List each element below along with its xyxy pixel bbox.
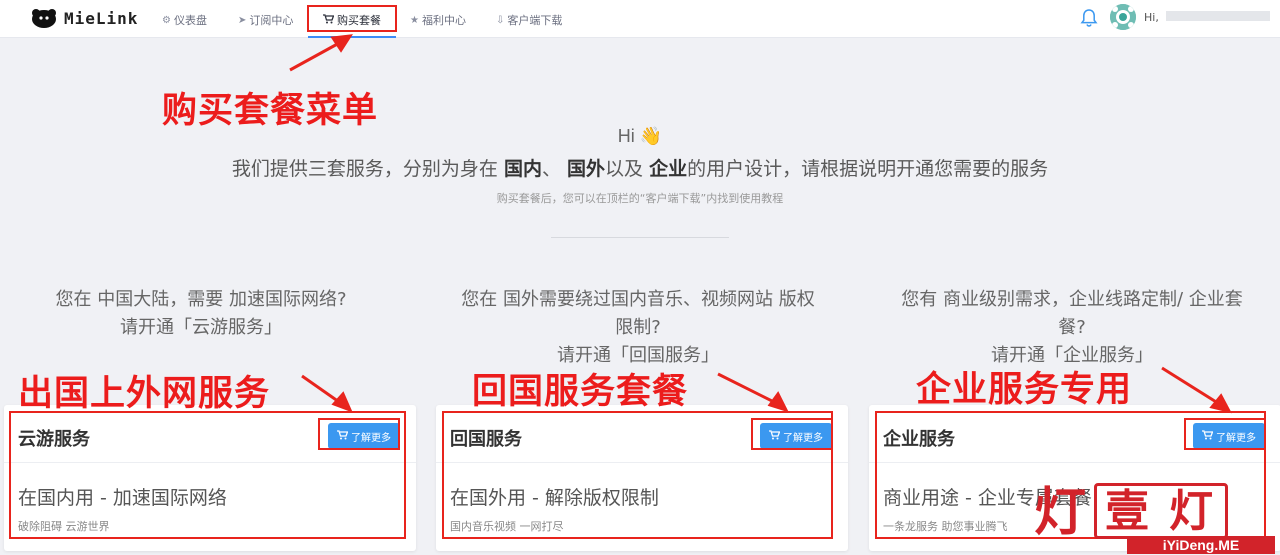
- watermark-seal-right: 灯: [1169, 486, 1213, 537]
- annotation-text-home: 回国服务套餐: [472, 372, 689, 412]
- watermark-seal: 壹 灯: [1094, 483, 1228, 539]
- annotation-text-overseas: 出国上外网服务: [18, 374, 271, 414]
- watermark-lamp-glyph: 灯: [1034, 482, 1087, 543]
- watermark-domain: iYiDeng.ME: [1127, 536, 1275, 554]
- watermark-seal-left: 壹: [1105, 486, 1149, 537]
- annotation-text-enterprise: 企业服务专用: [916, 370, 1133, 410]
- annotation-text-menu: 购买套餐菜单: [162, 91, 379, 131]
